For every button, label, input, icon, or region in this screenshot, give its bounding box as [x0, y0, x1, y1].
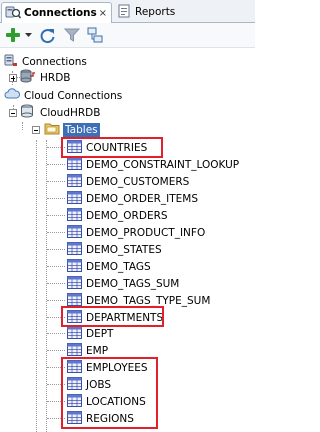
- collapse-cloudhrdb-icon[interactable]: [9, 109, 17, 117]
- table-name-label: DEMO_TAGS_SUM: [86, 277, 180, 290]
- tree-node-table[interactable]: DEMO_ORDERS: [67, 207, 168, 224]
- table-name-label: DEMO_PRODUCT_INFO: [86, 226, 206, 239]
- expand-hrdb-icon[interactable]: [9, 74, 17, 82]
- table-icon: [67, 275, 82, 292]
- cloud-icon: [4, 88, 20, 103]
- tree-node-hrdb-label: HRDB: [40, 71, 71, 84]
- table-icon: [67, 258, 82, 275]
- table-name-label: DEMO_STATES: [86, 243, 162, 256]
- table-name-label: EMP: [86, 344, 109, 357]
- tab-connections[interactable]: Connections ×: [1, 2, 112, 23]
- tree-node-cloudhrdb-label: CloudHRDB: [40, 106, 101, 119]
- tree-node-cloudhrdb[interactable]: CloudHRDB: [20, 104, 100, 121]
- tree-node-table[interactable]: DEMO_TAGS_SUM: [67, 275, 179, 292]
- table-icon: [67, 325, 82, 342]
- tree-node-table[interactable]: DEMO_CUSTOMERS: [67, 173, 189, 190]
- refresh-icon: [40, 28, 54, 43]
- schema-browser-button[interactable]: [86, 26, 104, 44]
- add-connection-dropdown[interactable]: [24, 26, 32, 44]
- tree-node-cloud-connections-label: Cloud Connections: [24, 89, 123, 102]
- tree-node-tables-label: Tables: [63, 122, 100, 137]
- add-connection-icon: [6, 28, 20, 42]
- table-icon: [67, 241, 82, 258]
- highlight-departments: [61, 306, 164, 327]
- tree-node-table[interactable]: DEMO_ORDER_ITEMS: [67, 190, 198, 207]
- tree-node-cloud-connections[interactable]: Cloud Connections: [4, 87, 122, 104]
- schema-browser-icon: [87, 27, 103, 43]
- tree-node-table[interactable]: DEMO_TAGS: [67, 258, 151, 275]
- table-name-label: DEMO_ORDER_ITEMS: [86, 192, 198, 205]
- table-icon: [67, 156, 82, 173]
- connections-tab-icon: [5, 5, 22, 22]
- reports-tab-icon: [118, 4, 132, 21]
- tree-node-table[interactable]: DEMO_PRODUCT_INFO: [67, 224, 205, 241]
- table-name-label: DEPT: [86, 327, 114, 340]
- filter-icon: [64, 28, 80, 42]
- table-name-label: DEMO_TAGS: [86, 260, 151, 273]
- tree-node-connections[interactable]: Connections: [4, 53, 87, 70]
- table-name-label: DEMO_CUSTOMERS: [86, 175, 190, 188]
- filter-button[interactable]: [63, 26, 81, 44]
- tab-reports[interactable]: Reports: [115, 2, 185, 22]
- connections-toolbar: [0, 23, 255, 48]
- tree-node-tables[interactable]: Tables: [44, 121, 100, 138]
- dropdown-arrow-icon: [24, 32, 32, 37]
- tree-node-connections-label: Connections: [22, 55, 87, 68]
- table-icon: [67, 190, 82, 207]
- tab-reports-label: Reports: [135, 6, 176, 18]
- add-connection-button[interactable]: [4, 26, 22, 44]
- connections-tree: Connections HRDB Cloud Connections Cloud…: [0, 50, 255, 432]
- table-name-label: DEMO_CONSTRAINT_LOOKUP: [86, 158, 240, 171]
- refresh-button[interactable]: [38, 26, 56, 44]
- tree-node-hrdb[interactable]: HRDB: [20, 69, 70, 86]
- highlight-countries: [61, 137, 163, 158]
- table-name-label: DEMO_ORDERS: [86, 209, 168, 222]
- tree-node-table[interactable]: DEMO_CONSTRAINT_LOOKUP: [67, 156, 239, 173]
- folder-icon: [44, 121, 60, 138]
- tree-node-table[interactable]: DEPT: [67, 325, 113, 342]
- table-icon: [67, 173, 82, 190]
- highlight-employees-regions: [61, 357, 158, 429]
- database-connection-icon: [20, 69, 36, 86]
- connections-root-icon: [4, 54, 18, 70]
- tree-node-table[interactable]: DEMO_STATES: [67, 241, 162, 258]
- cloud-database-icon: [20, 104, 36, 121]
- tab-connections-label: Connections: [24, 7, 97, 19]
- table-icon: [67, 207, 82, 224]
- close-tab-icon[interactable]: ×: [99, 8, 107, 19]
- panel-tab-strip: Connections × Reports: [0, 0, 255, 23]
- collapse-tables-icon[interactable]: [32, 126, 40, 134]
- table-icon: [67, 224, 82, 241]
